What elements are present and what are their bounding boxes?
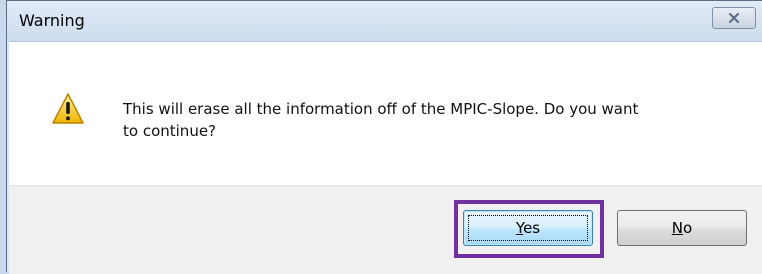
yes-button[interactable]: Yes <box>463 210 593 246</box>
warning-icon <box>52 93 84 124</box>
button-bar: Yes No <box>9 185 762 274</box>
no-accelerator: N <box>671 219 684 237</box>
warning-message: This will erase all the information off … <box>123 98 743 142</box>
focus-rectangle <box>468 215 588 241</box>
no-button-label: No <box>672 219 692 237</box>
warning-dialog: Warning This will erase all the informat… <box>6 0 762 274</box>
message-line-1: This will erase all the information off … <box>123 100 639 118</box>
message-area: This will erase all the information off … <box>9 41 762 186</box>
no-label-rest: o <box>683 219 693 237</box>
window-title: Warning <box>19 11 85 30</box>
message-line-2: to continue? <box>123 122 217 140</box>
no-button[interactable]: No <box>617 210 747 246</box>
close-button[interactable] <box>712 7 756 29</box>
title-bar[interactable]: Warning <box>7 1 762 41</box>
close-icon <box>728 12 740 24</box>
